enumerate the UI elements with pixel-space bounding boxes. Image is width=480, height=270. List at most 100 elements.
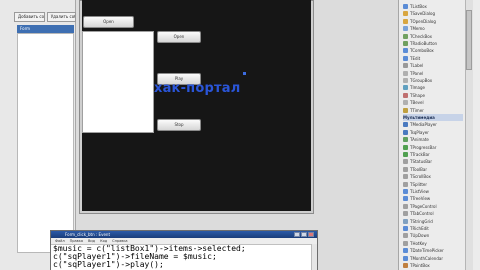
dialog-icon [403,11,408,17]
component-label: Мультимедиа [403,115,435,120]
minimize-icon[interactable] [294,232,300,237]
component-item[interactable]: TGroupBox [403,77,463,84]
events-list[interactable] [17,33,74,253]
tabcontrol-icon [403,211,408,217]
form-button-4[interactable]: Stop [157,119,201,131]
component-item[interactable]: TStatusBar [403,158,463,165]
component-item[interactable]: TSplitter [403,181,463,188]
datetime-icon [403,248,408,254]
component-label: TRadioButton [410,41,438,46]
component-item[interactable]: TOpenDialog [403,18,463,25]
component-item[interactable]: TCheckBox [403,33,463,40]
component-label: TMonthCalendar [410,255,443,261]
code-line: c("sqPlayer1")->play(); [53,261,164,269]
component-label: TLabel [410,63,424,69]
pagecontrol-icon [403,203,408,209]
component-label: TToolBar [410,166,427,172]
watermark: хак-портал [154,81,241,96]
component-item[interactable]: TBevel [403,99,463,106]
component-item[interactable]: TDateTimePicker [403,247,463,254]
component-item[interactable]: TMediaPlayer [403,121,463,128]
close-icon[interactable] [308,232,314,237]
groupbox-icon [403,78,408,83]
remove-event-label: Удалить событие [50,14,76,19]
component-item[interactable]: TsqPlayer [403,129,463,136]
label-icon [403,63,408,69]
maximize-icon[interactable] [301,232,307,237]
player-icon [403,129,408,135]
component-item[interactable]: TEdit [403,55,463,62]
components-group-header[interactable]: Мультимедиа [403,114,463,121]
component-item[interactable]: TPanel [403,70,463,77]
window-controls [294,232,316,237]
updown-icon [403,233,408,239]
component-item[interactable]: TListBox [403,3,463,10]
player-icon [403,122,408,128]
scrollbox-icon [403,174,408,180]
component-label: TImage [410,85,425,91]
component-item[interactable]: TTabControl [403,210,463,217]
component-item[interactable]: TProgressBar [403,144,463,151]
component-item[interactable]: TAnimate [403,136,463,143]
component-label: THotKey [410,240,427,246]
form-button-1[interactable]: Open [83,16,134,28]
component-item[interactable]: TMonthCalendar [403,255,463,262]
component-item[interactable]: TScrollBox [403,173,463,180]
component-item[interactable]: THotKey [403,240,463,247]
component-item[interactable]: TPageControl [403,203,463,210]
listbox[interactable] [82,31,154,133]
timer-icon [403,107,408,113]
component-item[interactable]: TToolBar [403,166,463,173]
remove-event-button[interactable]: Удалить событие [46,12,76,22]
code-line: c("sqPlayer1")->fileName = $music; [53,253,217,261]
form-button-2[interactable]: Open [157,31,201,43]
component-item[interactable]: TStringGrid [403,218,463,225]
component-label: TPageControl [410,203,437,209]
dialog-icon [403,18,408,24]
calendar-icon [403,255,408,261]
statusbar-icon [403,159,408,165]
component-label: TPaintBox [410,263,430,268]
component-item[interactable]: TMemo [403,25,463,32]
add-event-button[interactable]: Добавить событие [14,12,45,22]
component-label: TBevel [410,100,424,106]
paintbox-icon [403,263,408,268]
component-label: TPanel [410,70,424,76]
components-scroll-thumb[interactable] [466,10,472,70]
component-label: TListBox [410,4,427,9]
component-item[interactable]: TRadioButton [403,40,463,47]
code-scrollbar[interactable] [311,244,317,270]
component-item[interactable]: TListView [403,188,463,195]
component-item[interactable]: TTimer [403,107,463,114]
component-item[interactable]: TComboBox [403,47,463,54]
bevel-icon [403,100,408,106]
events-list-header[interactable]: Form [17,25,74,33]
memo-icon [403,26,408,32]
component-item[interactable]: TTreeView [403,195,463,202]
component-label: TScrollBox [410,174,431,180]
component-item[interactable]: TLabel [403,62,463,69]
add-event-label: Добавить событие [18,14,45,19]
component-item[interactable]: TTrackBar [403,151,463,158]
component-label: TTabControl [410,211,434,217]
component-label: TStatusBar [410,159,433,165]
hotkey-icon [403,240,408,246]
component-item[interactable]: TImage [403,84,463,91]
listview-icon [403,189,408,194]
component-label: TMemo [410,26,425,32]
component-item[interactable]: TRichEdit [403,225,463,232]
toolbar-icon [403,166,408,172]
component-label: TSplitter [410,181,427,187]
component-label: TDateTimePicker [410,248,444,254]
component-label: TProgressBar [410,144,437,150]
component-item[interactable]: TUpDown [403,232,463,239]
component-item[interactable]: TShape [403,92,463,99]
grid-icon [403,218,408,224]
splitter-icon [403,181,408,187]
component-label: TTimer [410,107,424,113]
cursor-marker [243,72,246,75]
code-editor-title: Form_click_btn : Event [51,231,317,238]
component-item[interactable]: TSaveDialog [403,10,463,17]
component-label: TRichEdit [410,226,429,231]
component-item[interactable]: TPaintBox [403,262,463,269]
